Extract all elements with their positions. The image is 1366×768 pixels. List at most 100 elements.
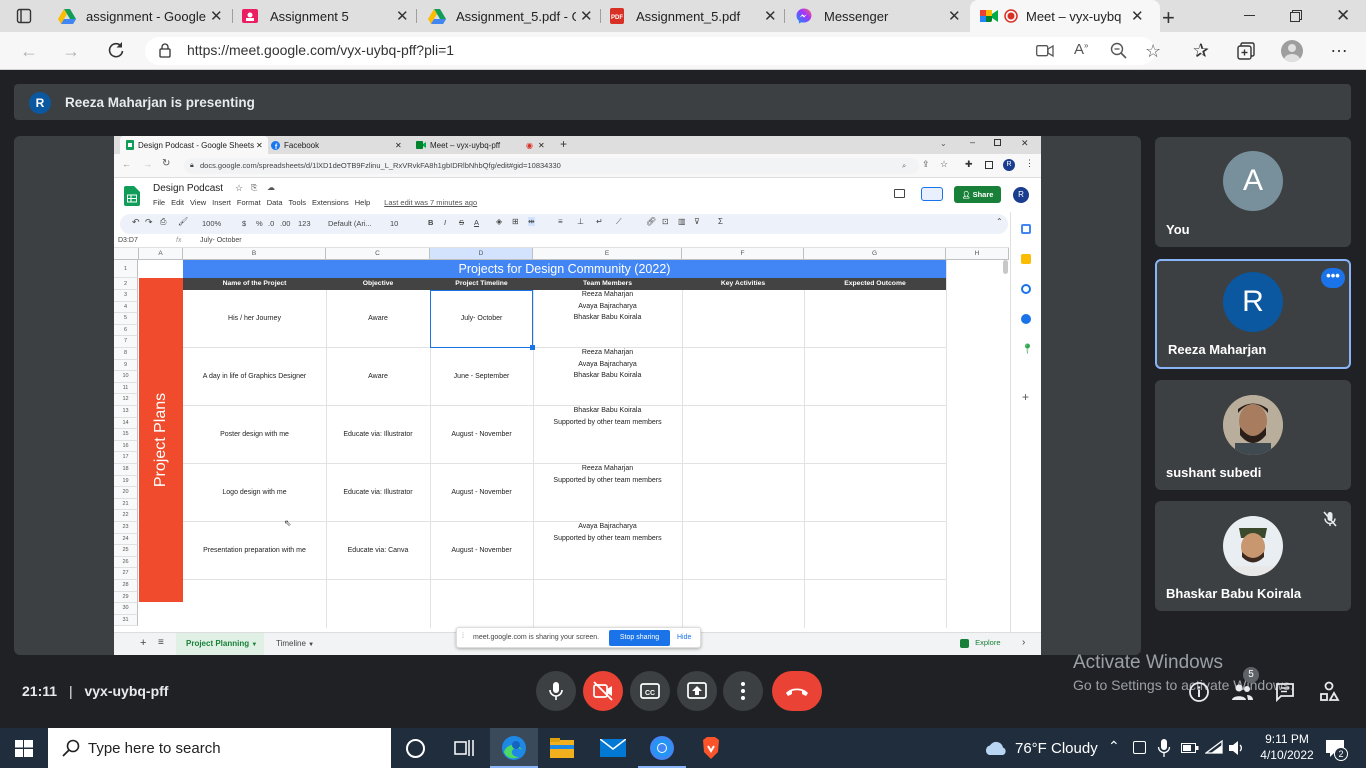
people-icon[interactable] [1230,681,1254,703]
more-icon[interactable]: … [1330,36,1348,57]
task-view-icon[interactable] [454,739,474,757]
mic-button[interactable] [536,671,576,711]
favorites-icon[interactable]: ✰ [1193,40,1209,63]
wifi-icon[interactable] [1205,740,1223,754]
forward-icon[interactable]: → [62,41,80,62]
table-cell: Reeza Maharjan [581,465,634,472]
restore-icon[interactable] [1290,10,1302,22]
tab-actions-icon[interactable] [16,8,32,24]
row-header: 24 [114,533,138,546]
add-favorite-icon[interactable]: ☆ [1145,41,1161,62]
close-icon[interactable]: ✕ [210,7,223,25]
microphone-tray-icon[interactable] [1157,738,1171,758]
pdf-icon: PDF [610,8,624,24]
shared-tab: Design Podcast - Google Sheets ✕ [120,136,268,154]
close-icon[interactable]: ✕ [1131,7,1144,25]
read-aloud-icon[interactable]: A» [1074,41,1088,58]
tray-time: 9:11 PM [1265,732,1309,746]
close-icon[interactable]: ✕ [948,7,961,25]
browser-tab[interactable]: Messenger ✕ [786,0,966,32]
browser-tab[interactable]: Assignment_5.pdf - Go ✕ [418,0,598,32]
minimize-icon[interactable] [1244,15,1255,16]
url-text: docs.google.com/spreadsheets/d/1lXD1deOT… [200,161,561,170]
browser-tab[interactable]: Assignment 5 ✕ [234,0,414,32]
window-close-icon[interactable]: ✕ [1336,6,1350,26]
strike-button: S [459,218,465,227]
close-icon[interactable]: ✕ [396,7,409,25]
back-icon[interactable]: ← [20,41,38,62]
browser-tab[interactable]: PDF Assignment_5.pdf ✕ [602,0,782,32]
sidebar-icon [985,161,993,169]
wrap-icon: ↵ [596,217,603,226]
shared-screen: Design Podcast - Google Sheets ✕ f Faceb… [114,136,1041,655]
browser-tab[interactable]: assignment - Google D ✕ [50,0,230,32]
table-cell: Supported by other team members [553,476,662,484]
edge-app-icon[interactable] [490,728,538,768]
refresh-icon[interactable] [106,40,126,60]
battery-icon[interactable] [1181,741,1199,755]
participant-tile-bhaskar[interactable]: Bhaskar Babu Koirala [1155,501,1351,611]
brave-icon[interactable] [699,736,723,760]
more-options-button[interactable] [723,671,763,711]
formula-content: July- October [200,237,242,244]
file-explorer-icon[interactable] [549,737,575,759]
participant-tile-reeza[interactable]: R ••• Reeza Maharjan [1155,259,1351,369]
close-icon[interactable]: ✕ [580,7,593,25]
zoom-icon[interactable] [1110,42,1127,59]
camera-off-button[interactable] [583,671,623,711]
row-header: 7 [114,336,138,348]
cortana-icon[interactable] [406,739,425,758]
row-header: 12 [114,394,138,406]
mouse-cursor: ⇖ [284,518,292,528]
restore-icon [994,139,1001,146]
participant-tile-you[interactable]: A You [1155,137,1351,247]
row-header: 5 [114,313,138,325]
dropdown-icon: ▼ [251,642,258,648]
chrome-icon[interactable] [638,728,686,768]
weather-text[interactable]: 76°F Cloudy [1015,740,1098,757]
font-size-select: 10 [390,219,399,228]
sharing-notification: ⁞ meet.google.com is sharing your screen… [456,627,701,648]
meeting-details-icon[interactable] [1188,681,1210,703]
header-cell: Key Activities [720,280,766,287]
tab-title: Meet – vyx-uybq [1026,8,1122,24]
activities-icon[interactable] [1318,681,1340,703]
new-tab-icon[interactable]: + [1162,5,1175,31]
chart-icon: ▥ [678,217,686,226]
forward-icon: → [143,159,152,169]
present-button[interactable] [677,671,717,711]
chat-icon[interactable] [1274,681,1296,703]
weather-icon[interactable] [983,740,1009,756]
volume-icon[interactable] [1228,740,1246,756]
windows-start-icon[interactable] [15,740,33,757]
shared-tab: f Facebook ✕ [269,136,409,154]
fx-label: fx [176,237,182,244]
account-avatar: R [1013,187,1029,203]
mail-icon[interactable] [600,739,626,757]
close-icon[interactable]: ✕ [764,7,777,25]
meet-tray-icon[interactable] [1133,741,1146,754]
profile-avatar-icon[interactable] [1281,40,1303,62]
row-header: 26 [114,556,138,569]
menu-format: Format [236,198,261,207]
merge-icon: ⇹ [528,217,535,226]
more-options-icon[interactable]: ••• [1321,268,1345,288]
row-header: 3 [114,290,138,302]
row-header: 20 [114,487,138,499]
browser-tab-active[interactable]: Meet – vyx-uybq ✕ [970,0,1160,32]
participant-name: You [1166,222,1190,237]
collections-icon[interactable] [1237,42,1255,60]
leave-call-button[interactable] [772,671,822,711]
captions-button[interactable]: CC [630,671,670,711]
mic-muted-icon [1323,511,1337,527]
participant-tile-sushant[interactable]: sushant subedi [1155,380,1351,490]
row-header: 8 [114,348,138,360]
shared-address-bar: ← → ↻ 🔒︎ docs.google.com/spreadsheets/d/… [114,154,1041,178]
camera-icon[interactable] [1036,44,1054,58]
chevron-up-icon[interactable]: ⌃ [1108,738,1120,755]
taskbar-search[interactable]: Type here to search [48,728,391,768]
header-cell: Expected Outcome [844,280,906,287]
clock[interactable]: 9:11 PM 4/10/2022 [1257,731,1317,763]
url-field[interactable]: https://meet.google.com/vyx-uybq-pff?pli… [145,37,1155,65]
cloud-status-icon: ☁ [267,183,275,192]
